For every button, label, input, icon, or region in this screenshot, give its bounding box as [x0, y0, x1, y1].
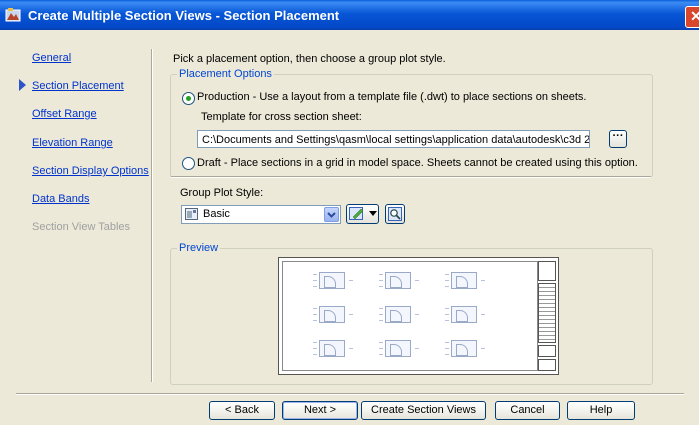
preview-sheet-area: [282, 261, 538, 371]
view-style-button[interactable]: [385, 204, 405, 224]
nav-item-data-bands[interactable]: Data Bands: [32, 193, 89, 205]
nav-item-section-placement[interactable]: Section Placement: [32, 80, 124, 92]
preview-section-cell: [377, 304, 425, 326]
instruction-text: Pick a placement option, then choose a g…: [173, 53, 446, 65]
production-label[interactable]: Production - Use a layout from a templat…: [197, 91, 586, 103]
preview-section-cell: [443, 270, 491, 292]
button-separator: [16, 393, 684, 395]
preview-section-cell: [311, 270, 359, 292]
template-path-field[interactable]: C:\Documents and Settings\qasm\local set…: [197, 130, 590, 148]
back-button[interactable]: < Back: [209, 401, 275, 420]
close-button[interactable]: ✕: [685, 6, 699, 28]
close-icon: ✕: [690, 8, 699, 24]
group-plot-style-label: Group Plot Style:: [180, 187, 264, 199]
title-block-bottom: [538, 359, 556, 371]
app-icon: [5, 8, 21, 22]
group-plot-style-value: Basic: [203, 208, 230, 220]
caret-down-icon: [369, 211, 377, 216]
preview-section-cell: [443, 338, 491, 360]
ellipsis-icon: ···: [612, 130, 624, 142]
magnifier-icon: [388, 207, 402, 221]
nav-item-section-view-tables: Section View Tables: [32, 221, 131, 233]
nav-item-general[interactable]: General: [32, 52, 71, 64]
title-bar: Create Multiple Section Views - Section …: [0, 0, 699, 30]
nav-item-section-display-options[interactable]: Section Display Options: [32, 165, 149, 177]
draft-radio[interactable]: [182, 157, 195, 170]
group-plot-style-select[interactable]: Basic: [181, 205, 341, 224]
create-section-views-button[interactable]: Create Section Views: [361, 401, 486, 420]
chevron-down-icon: [327, 212, 336, 218]
nav-separator: [151, 49, 153, 382]
template-label: Template for cross section sheet:: [201, 111, 362, 123]
title-block-top: [538, 261, 556, 281]
preview-section-cell: [311, 338, 359, 360]
placement-options-legend: Placement Options: [177, 68, 274, 80]
cancel-button[interactable]: Cancel: [495, 401, 560, 420]
production-radio[interactable]: [182, 92, 195, 105]
combo-dropdown-button[interactable]: [324, 207, 339, 222]
plot-style-icon: [185, 208, 198, 220]
browse-button[interactable]: ···: [609, 130, 627, 148]
window-title: Create Multiple Section Views - Section …: [28, 8, 340, 23]
next-button[interactable]: Next >: [282, 401, 358, 420]
title-block-middle: [538, 283, 556, 343]
nav-item-offset-range[interactable]: Offset Range: [32, 108, 97, 120]
radio-selected-dot: [186, 96, 191, 101]
help-button[interactable]: Help: [567, 401, 635, 420]
preview-sheet: [278, 257, 559, 375]
edit-style-icon: [349, 207, 364, 220]
preview-section-cell: [377, 270, 425, 292]
preview-section-cell: [377, 338, 425, 360]
current-step-arrow-icon: [19, 79, 26, 91]
title-block-lower: [538, 345, 556, 357]
preview-section-cell: [443, 304, 491, 326]
draft-label[interactable]: Draft - Place sections in a grid in mode…: [197, 157, 638, 169]
options-separator: [171, 176, 651, 178]
nav-item-elevation-range[interactable]: Elevation Range: [32, 137, 113, 149]
preview-section-cell: [311, 304, 359, 326]
edit-style-button[interactable]: [346, 204, 379, 224]
preview-legend: Preview: [177, 242, 221, 254]
